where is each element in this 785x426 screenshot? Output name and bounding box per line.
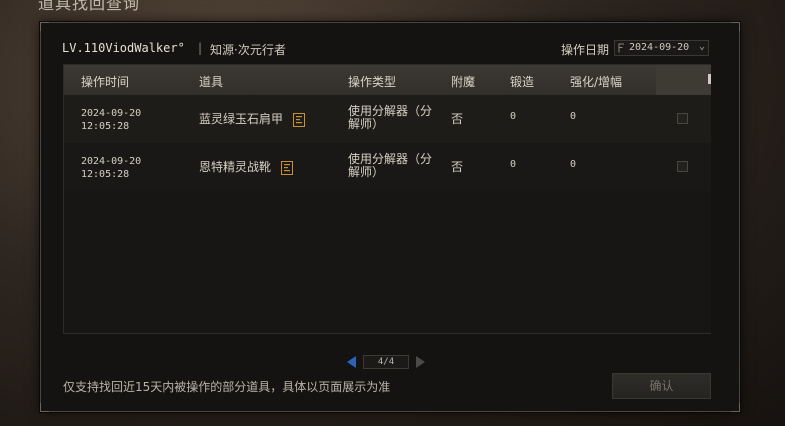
item-cell: 蓝灵绿玉石肩甲: [199, 110, 305, 127]
column-header-item: 道具: [199, 75, 224, 89]
table-header: 操作时间 道具 操作类型 附魔 锻造 强化/增幅: [64, 65, 711, 95]
calendar-icon: [618, 43, 624, 53]
operation-type: 使用分解器（分解师）: [348, 152, 433, 179]
recovery-notice: 仅支持找回近15天内被操作的部分道具，具体以页面展示为准: [63, 380, 391, 394]
time-clock: 12:05:28: [81, 121, 130, 132]
operation-type: 使用分解器（分解师）: [348, 104, 433, 131]
time-date: 2024-09-20: [81, 108, 142, 119]
character-name: LV.110ViodWalker°: [62, 41, 185, 55]
table-row[interactable]: 2024-09-20 12:05:28 蓝灵绿玉石肩甲 使用分解器（分解师） 否…: [64, 95, 711, 143]
corner-ornament: [731, 22, 740, 31]
chevron-down-icon: ⌄: [698, 41, 705, 52]
operation-time: 2024-09-20 12:05:28: [81, 155, 161, 181]
column-header-forge: 锻造: [510, 75, 535, 89]
forge-value: 0: [510, 111, 517, 122]
corner-ornament: [40, 22, 49, 31]
row-select-checkbox[interactable]: [677, 161, 688, 172]
forge-value: 0: [510, 159, 517, 170]
time-clock: 12:05:28: [81, 169, 130, 180]
column-header-clipped: [708, 74, 711, 84]
enchant-value: 否: [451, 160, 464, 174]
corner-ornament: [731, 403, 740, 412]
character-class: 知源·次元行者: [210, 43, 286, 57]
row-select-checkbox[interactable]: [677, 113, 688, 124]
date-label: 操作日期: [561, 43, 610, 57]
reinforce-value: 0: [570, 111, 577, 122]
arrow-left-icon[interactable]: [347, 356, 356, 368]
time-date: 2024-09-20: [81, 156, 142, 167]
column-header-enchant: 附魔: [451, 75, 476, 89]
date-picker[interactable]: 2024-09-20 ⌄: [614, 40, 709, 56]
table-row[interactable]: 2024-09-20 12:05:28 恩特精灵战靴 使用分解器（分解师） 否 …: [64, 143, 711, 191]
date-value: 2024-09-20: [629, 42, 690, 53]
history-table: 操作时间 道具 操作类型 附魔 锻造 强化/增幅 2024-09-20 12:0…: [63, 64, 711, 334]
item-detail-icon[interactable]: [280, 160, 293, 175]
arrow-right-icon[interactable]: [416, 356, 425, 368]
reinforce-value: 0: [570, 159, 577, 170]
enchant-value: 否: [451, 112, 464, 126]
item-recovery-panel: LV.110ViodWalker° | 知源·次元行者 操作日期 2024-09…: [40, 22, 740, 412]
column-header-reinforce: 强化/增幅: [570, 75, 623, 89]
background-title: 道具找回查询: [38, 0, 141, 13]
confirm-button[interactable]: 确认: [612, 373, 711, 399]
column-header-operation: 操作类型: [348, 75, 397, 89]
item-cell: 恩特精灵战靴: [199, 158, 293, 175]
header-separator: |: [198, 41, 203, 55]
item-detail-icon[interactable]: [292, 112, 305, 127]
item-name: 恩特精灵战靴: [199, 160, 272, 174]
page-indicator: 4/4: [363, 355, 409, 369]
column-header-time: 操作时间: [81, 75, 130, 89]
item-name: 蓝灵绿玉石肩甲: [199, 112, 284, 126]
operation-time: 2024-09-20 12:05:28: [81, 107, 161, 133]
column-header-select: [656, 65, 711, 95]
corner-ornament: [40, 403, 49, 412]
